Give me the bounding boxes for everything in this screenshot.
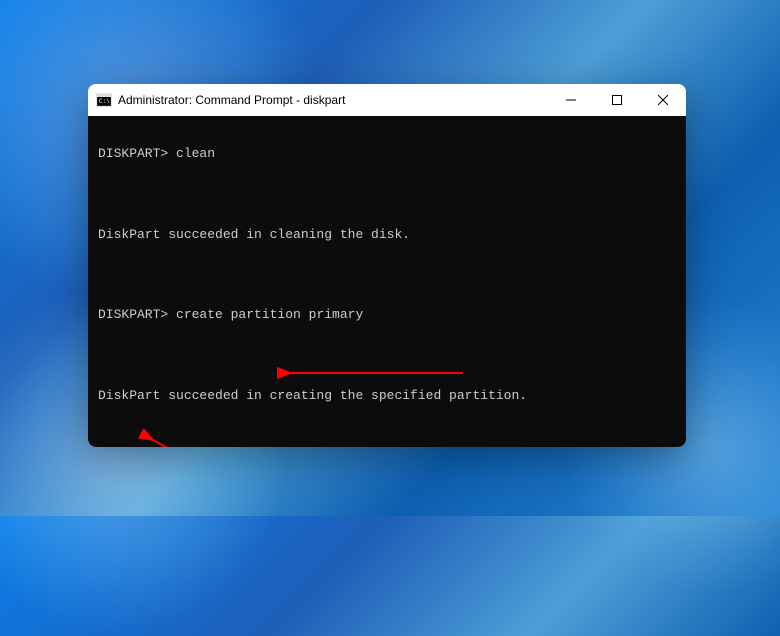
window-title: Administrator: Command Prompt - diskpart [118,93,548,107]
titlebar[interactable]: C:\ Administrator: Command Prompt - disk… [88,84,686,116]
prompt: DISKPART> [98,146,168,161]
terminal-blank [98,346,676,366]
terminal-line: DISKPART> clean [98,144,676,164]
terminal-blank [98,265,676,285]
command-prompt-window: C:\ Administrator: Command Prompt - disk… [88,84,686,447]
close-button[interactable] [640,84,686,116]
annotation-arrow [283,365,483,385]
terminal-output: DiskPart succeeded in creating the speci… [98,386,676,406]
terminal-line: DISKPART> create partition primary [98,305,676,325]
minimize-button[interactable] [548,84,594,116]
prompt: DISKPART> [98,307,168,322]
terminal-output: DiskPart succeeded in cleaning the disk. [98,225,676,245]
command-text: create partition primary [168,307,363,322]
terminal-blank [98,426,676,446]
close-icon [658,95,668,105]
maximize-button[interactable] [594,84,640,116]
terminal-body[interactable]: DISKPART> clean DiskPart succeeded in cl… [88,116,686,447]
command-text: clean [168,146,215,161]
window-controls [548,84,686,116]
minimize-icon [566,95,576,105]
cmd-icon: C:\ [96,92,112,108]
terminal-blank [98,184,676,204]
svg-text:C:\: C:\ [99,98,110,105]
maximize-icon [612,95,622,105]
